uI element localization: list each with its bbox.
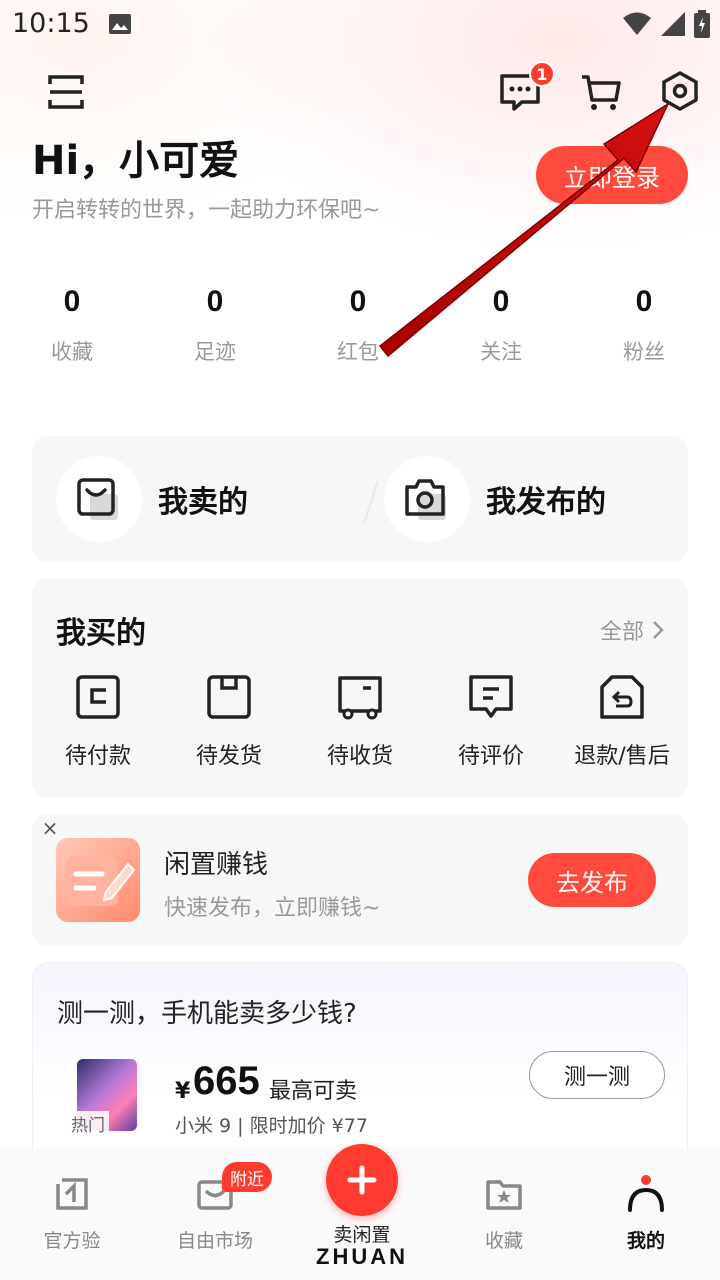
nav-label: 自由市场	[176, 1230, 253, 1252]
sell-idle-label: 卖闲置	[333, 1224, 391, 1246]
price-note: 最高可卖	[269, 1079, 358, 1104]
stat-label: 足迹	[194, 340, 236, 364]
wallet-icon	[76, 675, 120, 719]
nearby-badge: 附近	[222, 1162, 272, 1192]
settings-icon[interactable]	[660, 70, 700, 112]
stat-value: 0	[206, 285, 224, 318]
my-published-label: 我发布的	[486, 485, 606, 520]
box-icon	[207, 675, 251, 719]
sold-icon-wrap	[56, 456, 142, 542]
order-pending-receipt[interactable]: 待收货	[295, 674, 425, 770]
order-pending-payment[interactable]: 待付款	[33, 674, 163, 770]
my-sold-label: 我卖的	[158, 485, 248, 520]
phone-price-card: 测一测，手机能卖多少钱? 热门 ¥ 665 最高可卖 小米 9 | 限时加价 ¥…	[32, 962, 688, 1162]
stat-value: 0	[349, 285, 367, 318]
close-icon[interactable]: ×	[40, 818, 60, 838]
order-pending-shipment[interactable]: 待发货	[164, 674, 294, 770]
view-all-orders[interactable]: 全部	[600, 614, 664, 646]
nav-label: 收藏	[484, 1230, 523, 1252]
wifi-icon	[623, 12, 651, 35]
login-button[interactable]: 立即登录	[536, 146, 688, 204]
greeting-subtitle: 开启转转的世界，一起助力环保吧~	[32, 198, 381, 223]
image-notification-icon	[109, 14, 131, 34]
verify-icon	[56, 1178, 88, 1210]
stat-following[interactable]: 0 关注	[441, 280, 561, 366]
camera-icon	[405, 479, 446, 520]
model-line: 小米 9 | 限时加价 ¥77	[175, 1115, 368, 1137]
favorite-folder-icon	[486, 1180, 522, 1210]
nav-label: 官方验	[43, 1230, 101, 1252]
chevron-right-icon	[653, 621, 664, 639]
order-pending-review[interactable]: 待评价	[426, 674, 556, 770]
nav-favorites[interactable]: 收藏	[444, 1174, 564, 1253]
price-test-title: 测一测，手机能卖多少钱?	[57, 999, 357, 1029]
brand-watermark: ZHUAN	[316, 1244, 408, 1269]
price-test-button[interactable]: 测一测	[529, 1051, 665, 1099]
comment-icon	[469, 675, 513, 718]
stat-label: 收藏	[51, 340, 93, 364]
note-pencil-icon	[66, 856, 136, 906]
stat-red-packets[interactable]: 0 红包	[298, 280, 418, 366]
stat-footprints[interactable]: 0 足迹	[155, 280, 275, 366]
shopping-bag-icon	[77, 478, 118, 520]
hot-tag: 热门	[67, 1111, 109, 1136]
stat-value: 0	[63, 285, 81, 318]
price-value: 665	[193, 1059, 260, 1103]
promo-card: × 闲置赚钱 快速发布，立即赚钱~ 去发布	[32, 814, 688, 946]
nav-label: 我的	[626, 1230, 665, 1252]
stat-value: 0	[635, 285, 653, 318]
order-status-label: 待发货	[195, 744, 262, 769]
stat-label: 关注	[480, 340, 522, 364]
truck-icon	[338, 676, 382, 720]
view-all-label: 全部	[599, 620, 644, 645]
signal-icon	[661, 12, 685, 36]
stat-fans[interactable]: 0 粉丝	[584, 280, 704, 366]
promo-subtitle: 快速发布，立即赚钱~	[164, 896, 381, 921]
stats-row: 0 收藏 0 足迹 0 红包 0 关注 0 粉丝	[0, 280, 720, 370]
my-sold-entry[interactable]: 我卖的	[56, 456, 248, 542]
status-bar: 10:15	[0, 0, 720, 48]
order-status-label: 待付款	[64, 744, 131, 769]
plus-icon	[347, 1165, 377, 1195]
promo-illustration	[56, 838, 140, 922]
order-status-label: 待评价	[457, 744, 524, 769]
buy-card: 我买的 全部 待付款 待发货 待收货 待评价 退款/售后	[32, 578, 688, 798]
battery-icon	[694, 10, 710, 38]
message-badge: 1	[529, 61, 555, 87]
published-icon-wrap	[384, 456, 470, 542]
stat-value: 0	[492, 285, 510, 318]
status-indicators	[622, 10, 710, 38]
return-icon	[600, 675, 644, 719]
stat-label: 粉丝	[623, 340, 665, 364]
status-time: 10:15	[12, 8, 90, 39]
profile-icon	[628, 1175, 664, 1212]
stat-label: 红包	[337, 340, 379, 364]
my-published-entry[interactable]: 我发布的	[384, 456, 606, 542]
nav-official-verify[interactable]: 官方验	[12, 1174, 132, 1253]
scan-menu-icon[interactable]	[46, 72, 86, 112]
nav-me[interactable]: 我的	[586, 1174, 706, 1253]
buy-card-title: 我买的	[56, 616, 146, 651]
sell-idle-button[interactable]	[326, 1144, 398, 1216]
publish-button[interactable]: 去发布	[528, 853, 656, 907]
order-status-label: 待收货	[326, 744, 393, 769]
stat-favorites[interactable]: 0 收藏	[12, 280, 132, 366]
cart-icon[interactable]	[580, 72, 622, 112]
order-refund-aftersale[interactable]: 退款/售后	[557, 674, 687, 770]
price-currency: ¥	[175, 1079, 191, 1104]
sell-card: 我卖的 我发布的	[32, 436, 688, 562]
promo-title: 闲置赚钱	[164, 850, 269, 880]
order-status-label: 退款/售后	[574, 744, 670, 769]
sell-divider	[363, 480, 379, 524]
greeting-title: Hi，小可爱	[32, 138, 240, 184]
